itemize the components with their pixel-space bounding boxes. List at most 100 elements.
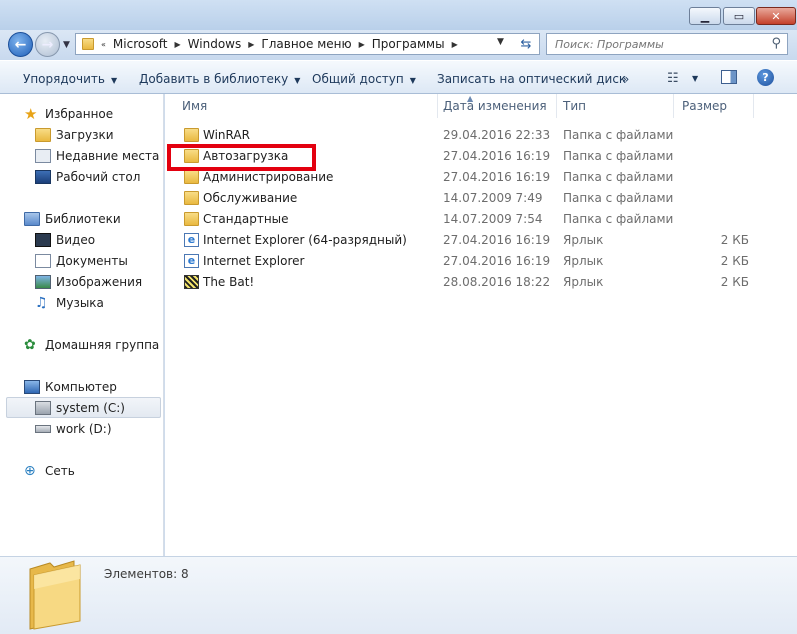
file-name: WinRAR: [203, 128, 250, 142]
search-box[interactable]: ⚲: [546, 33, 788, 55]
file-date: 14.07.2009 7:49: [443, 191, 543, 205]
column-divider[interactable]: [753, 94, 754, 118]
view-options-dropdown-icon[interactable]: ▼: [692, 74, 698, 83]
column-header-date[interactable]: Дата изменения: [443, 99, 547, 113]
back-button[interactable]: ←: [8, 32, 33, 57]
sidebar-item-desktop[interactable]: Рабочий стол: [0, 166, 162, 187]
view-options-icon[interactable]: ☷: [667, 71, 679, 86]
column-headers: ▲ Имя Дата изменения Тип Размер: [165, 94, 782, 118]
breadcrumb-windows[interactable]: Windows: [184, 37, 246, 51]
homegroup-icon: ✿: [24, 336, 36, 353]
sidebar-item-computer[interactable]: Компьютер: [0, 376, 162, 397]
sidebar-item-network[interactable]: ⊕ Сеть: [0, 460, 162, 481]
add-to-library-button[interactable]: Добавить в библиотеку ▼: [139, 72, 300, 86]
burn-button[interactable]: Записать на оптический диск: [437, 72, 626, 86]
breadcrumb-programs[interactable]: Программы: [368, 37, 449, 51]
maximize-icon: ▭: [733, 9, 745, 23]
close-button[interactable]: ✕: [756, 7, 796, 25]
column-header-type[interactable]: Тип: [563, 99, 586, 113]
column-divider[interactable]: [437, 94, 438, 118]
sidebar-label: Компьютер: [45, 379, 117, 394]
file-date: 27.04.2016 16:19: [443, 149, 551, 163]
organize-button[interactable]: Упорядочить ▼: [23, 72, 117, 86]
sidebar-item-favorites[interactable]: ★ Избранное: [0, 103, 162, 124]
desktop-icon: [35, 169, 51, 184]
search-input[interactable]: [553, 36, 753, 52]
highlight-box: [167, 144, 316, 171]
sidebar-item-recent-places[interactable]: Недавние места: [0, 145, 162, 166]
vertical-scroll-track[interactable]: [782, 94, 797, 556]
folder-icon: [184, 128, 199, 142]
column-divider[interactable]: [556, 94, 557, 118]
file-name: Администрирование: [203, 170, 334, 184]
folder-icon: [82, 38, 94, 50]
maximize-button[interactable]: ▭: [723, 7, 755, 25]
sidebar-item-documents[interactable]: Документы: [0, 250, 162, 271]
file-date: 27.04.2016 16:19: [443, 254, 551, 268]
share-button[interactable]: Общий доступ ▼: [312, 72, 416, 86]
sidebar-item-downloads[interactable]: Загрузки: [0, 124, 162, 145]
images-icon: [35, 274, 51, 289]
sidebar-item-homegroup[interactable]: ✿ Домашняя группа: [0, 334, 162, 355]
file-size: 2 КБ: [720, 254, 749, 268]
sidebar-label: Документы: [56, 253, 128, 268]
forward-button[interactable]: →: [35, 32, 60, 57]
sidebar-label: Избранное: [45, 106, 114, 121]
file-row-winrar[interactable]: WinRAR 29.04.2016 22:33 Папка с файлами: [178, 125, 768, 146]
column-header-size[interactable]: Размер: [682, 99, 727, 113]
preview-pane-icon[interactable]: [721, 70, 737, 84]
column-header-name[interactable]: Имя: [182, 99, 207, 113]
file-type: Папка с файлами: [563, 170, 674, 184]
breadcrumb-separator-icon[interactable]: ▶: [356, 40, 368, 49]
drive-icon: [35, 424, 51, 433]
sidebar-item-images[interactable]: Изображения: [0, 271, 162, 292]
breadcrumb-overflow[interactable]: «: [98, 40, 109, 49]
breadcrumb-microsoft[interactable]: Microsoft: [109, 37, 172, 51]
system-drive-icon: [35, 400, 51, 415]
file-date: 28.08.2016 18:22: [443, 275, 551, 289]
documents-icon: [35, 253, 51, 268]
breadcrumb-separator-icon[interactable]: ▶: [172, 40, 184, 49]
file-row-maintenance[interactable]: Обслуживание 14.07.2009 7:49 Папка с фай…: [178, 188, 768, 209]
help-icon[interactable]: ?: [757, 69, 774, 86]
refresh-button[interactable]: ⇆: [515, 35, 537, 53]
sidebar-item-video[interactable]: Видео: [0, 229, 162, 250]
file-type: Ярлык: [563, 254, 604, 268]
downloads-folder-icon: [35, 127, 51, 142]
breadcrumb-separator-icon[interactable]: ▶: [245, 40, 257, 49]
minimize-button[interactable]: ▁: [689, 7, 721, 25]
item-count: Элементов: 8: [104, 567, 189, 581]
file-row-ie64[interactable]: e Internet Explorer (64-разрядный) 27.04…: [178, 230, 768, 251]
address-dropdown-icon[interactable]: ▼: [497, 37, 504, 47]
file-row-ie[interactable]: e Internet Explorer 27.04.2016 16:19 Ярл…: [178, 251, 768, 272]
organize-label: Упорядочить: [23, 72, 105, 86]
sidebar-item-libraries[interactable]: Библиотеки: [0, 208, 162, 229]
breadcrumb-start-menu[interactable]: Главное меню: [257, 37, 355, 51]
file-name: Стандартные: [203, 212, 289, 226]
chevron-down-icon: ▼: [409, 76, 416, 85]
file-row-the-bat[interactable]: The Bat! 28.08.2016 18:22 Ярлык 2 КБ: [178, 272, 768, 293]
file-type: Папка с файлами: [563, 149, 674, 163]
sidebar-item-drive-c[interactable]: system (C:): [6, 397, 161, 418]
command-bar: Упорядочить ▼ Добавить в библиотеку ▼ Общи…: [0, 60, 797, 94]
recent-pages-dropdown-icon[interactable]: ▼: [63, 40, 70, 50]
sidebar-label: Недавние места: [56, 148, 160, 163]
file-type: Папка с файлами: [563, 212, 674, 226]
sidebar-label: Изображения: [56, 274, 143, 289]
breadcrumb-separator-icon[interactable]: ▶: [449, 40, 461, 49]
details-pane: Элементов: 8: [0, 556, 797, 634]
search-icon[interactable]: ⚲: [771, 36, 781, 51]
file-size: 2 КБ: [720, 275, 749, 289]
video-icon: [35, 232, 51, 247]
libraries-icon: [24, 211, 40, 226]
music-icon: ♫: [35, 294, 48, 311]
folder-large-icon: [29, 560, 81, 630]
column-divider[interactable]: [673, 94, 674, 118]
sidebar-item-music[interactable]: ♫ Музыка: [0, 292, 162, 313]
sidebar-label: Домашняя группа: [45, 337, 160, 352]
add-to-library-label: Добавить в библиотеку: [139, 72, 289, 86]
more-commands-button[interactable]: »: [622, 72, 629, 86]
sidebar-item-drive-d[interactable]: work (D:): [0, 418, 162, 439]
file-row-accessories[interactable]: Стандартные 14.07.2009 7:54 Папка с файл…: [178, 209, 768, 230]
address-bar[interactable]: « Microsoft ▶ Windows ▶ Главное меню ▶ П…: [75, 33, 540, 55]
